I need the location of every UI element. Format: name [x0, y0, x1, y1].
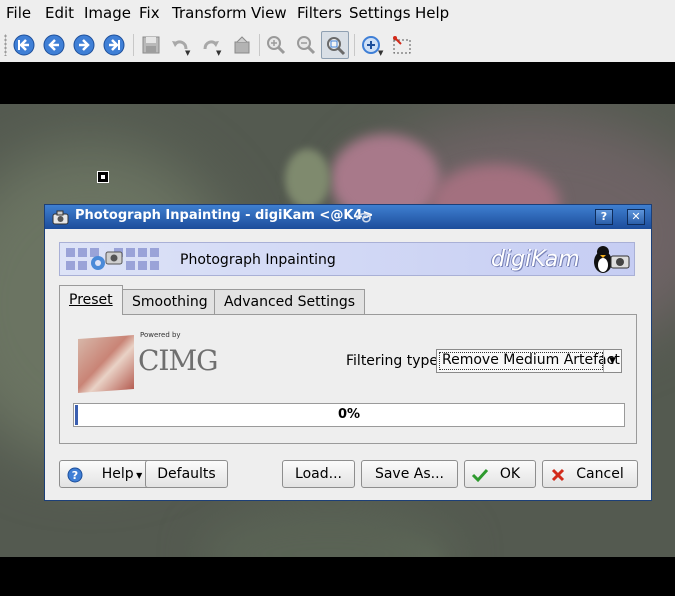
tux-camera-icon: [594, 246, 630, 273]
tab-advanced-settings[interactable]: Advanced Settings: [214, 289, 366, 314]
cimg-powered-by: Powered by: [140, 331, 181, 339]
menu-settings[interactable]: Settings: [349, 4, 411, 22]
menu-view[interactable]: View: [251, 4, 287, 22]
back-icon: [43, 34, 65, 56]
ok-button[interactable]: OK: [464, 460, 536, 488]
plugin-header: Photograph Inpainting digiKam: [59, 242, 635, 276]
undo-button[interactable]: ▼: [166, 31, 194, 59]
photo-foliage: [200, 504, 460, 557]
cimg-name: CIMG: [138, 344, 219, 377]
crop-button[interactable]: [388, 31, 416, 59]
cancel-x-icon: [551, 468, 565, 482]
selection-handle-icon[interactable]: [97, 171, 109, 183]
progress-bar: 0%: [73, 403, 625, 427]
menu-fix[interactable]: Fix: [139, 4, 160, 22]
progress-text: 0%: [337, 407, 361, 422]
filtering-type-select[interactable]: Remove Medium Artefact ▼: [436, 349, 622, 373]
back-button[interactable]: [40, 31, 68, 59]
help-icon: ?: [67, 467, 83, 483]
checkmark-icon: [471, 468, 489, 483]
digikam-brand-logo: digiKam: [491, 247, 580, 272]
menu-image[interactable]: Image: [84, 4, 131, 22]
chevron-down-icon[interactable]: ▼: [603, 350, 621, 372]
forward-button[interactable]: [70, 31, 98, 59]
rotate-dropdown-icon[interactable]: ▼: [378, 49, 383, 57]
menu-edit[interactable]: Edit: [45, 4, 74, 22]
save-button[interactable]: [137, 31, 165, 59]
first-image-button[interactable]: [10, 31, 38, 59]
last-image-button[interactable]: [100, 31, 128, 59]
dialog-title: Photograph Inpainting - digiKam <@K4>: [75, 208, 374, 223]
save-as-button[interactable]: Save As...: [361, 460, 458, 488]
redo-dropdown-icon[interactable]: ▼: [216, 49, 221, 57]
defaults-button[interactable]: Defaults: [145, 460, 228, 488]
help-button-label: Help: [101, 466, 134, 482]
toolbar-grip[interactable]: [4, 34, 7, 56]
menu-filters[interactable]: Filters: [297, 4, 342, 22]
inpainting-plugin-icon: [66, 248, 159, 270]
svg-text:?: ?: [72, 469, 78, 482]
revert-icon: [234, 36, 250, 54]
zoom-fit-icon: [327, 37, 346, 56]
cimg-sample-image: [78, 335, 134, 393]
help-dropdown-icon: ▼: [133, 471, 143, 480]
menu-file[interactable]: File: [6, 4, 31, 22]
dialog-titlebar[interactable]: Photograph Inpainting - digiKam <@K4> ? …: [45, 205, 651, 229]
preset-tab-panel: Powered by CIMG Filtering type: Remove M…: [59, 314, 637, 444]
first-icon: [13, 34, 35, 56]
filtering-type-label: Filtering type:: [346, 353, 443, 369]
close-button[interactable]: ✕: [627, 209, 645, 225]
toolbar-separator: [133, 34, 134, 56]
toolbar: ▼ ▼ ▼: [0, 28, 675, 63]
forward-icon: [73, 34, 95, 56]
tab-preset[interactable]: Preset: [59, 285, 123, 315]
load-button[interactable]: Load...: [282, 460, 355, 488]
redo-button[interactable]: ▼: [197, 31, 225, 59]
toolbar-separator: [259, 34, 260, 56]
crop-icon: [393, 36, 411, 54]
zoom-in-button[interactable]: [262, 31, 290, 59]
cancel-button[interactable]: Cancel: [542, 460, 638, 488]
zoom-out-button[interactable]: [292, 31, 320, 59]
zoom-out-icon: [297, 36, 316, 55]
filtering-type-value: Remove Medium Artefact: [442, 352, 620, 368]
cimg-logo[interactable]: Powered by CIMG: [78, 331, 220, 393]
photo-flower-bud: [285, 149, 330, 209]
undo-dropdown-icon[interactable]: ▼: [185, 49, 190, 57]
menu-transform[interactable]: Transform: [172, 4, 247, 22]
menu-help[interactable]: Help: [415, 4, 449, 22]
zoom-fit-button[interactable]: [321, 31, 349, 59]
swirl-icon: [356, 212, 371, 223]
toolbar-separator: [354, 34, 355, 56]
camera-app-icon: [52, 210, 69, 225]
context-help-button[interactable]: ?: [595, 209, 613, 225]
menubar: File Edit Image Fix Transform View Filte…: [0, 0, 675, 28]
inpainting-dialog: Photograph Inpainting - digiKam <@K4> ? …: [44, 204, 652, 501]
last-icon: [103, 34, 125, 56]
zoom-in-icon: [267, 36, 286, 55]
save-icon: [142, 36, 160, 54]
tab-smoothing[interactable]: Smoothing: [122, 289, 218, 314]
revert-button[interactable]: [228, 31, 256, 59]
plugin-title: Photograph Inpainting: [180, 252, 336, 268]
rotate-button[interactable]: ▼: [357, 31, 385, 59]
